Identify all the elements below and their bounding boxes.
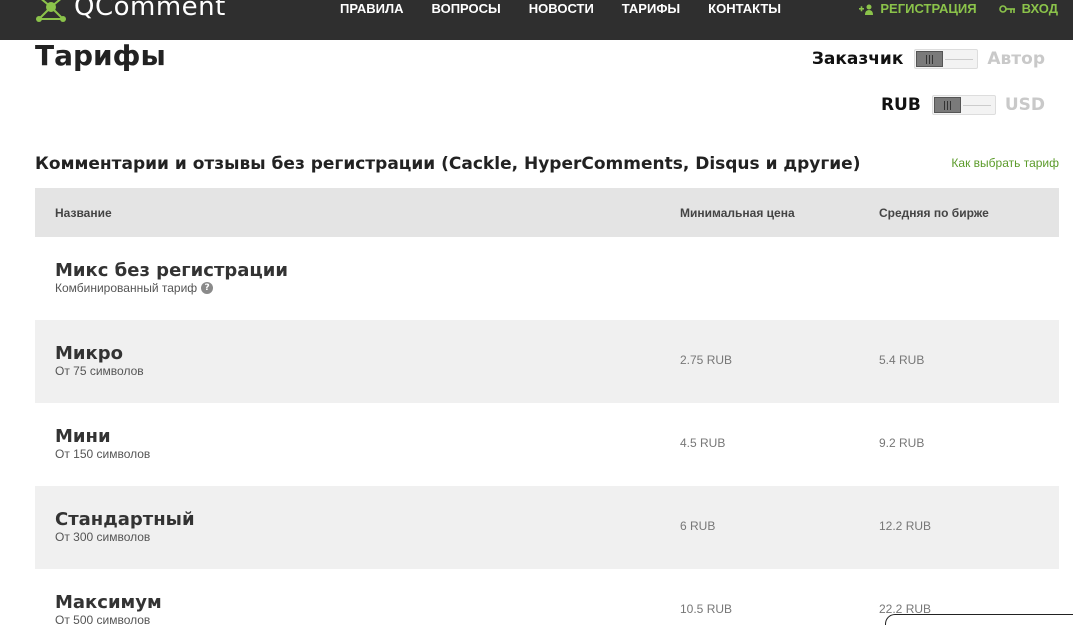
tariff-name: Максимум [55,592,162,613]
currency-toggle[interactable] [931,95,996,115]
table-row[interactable]: Стандартный От 300 символов 6 RUB 12.2 R… [35,486,1059,569]
min-price: 4.5 RUB [680,436,726,450]
role-customer-label[interactable]: Заказчик [812,49,904,69]
tariff-subtitle: От 75 символов [55,364,144,378]
tariff-name: Микс без регистрации [55,260,288,281]
tariff-subtitle: От 300 символов [55,530,151,544]
section-title: Комментарии и отзывы без регистрации (Ca… [35,154,861,174]
min-price: 6 RUB [680,519,716,533]
logo-text: QComment [74,0,226,22]
table-row[interactable]: Микро От 75 символов 2.75 RUB 5.4 RUB [35,320,1059,403]
currency-rub-label[interactable]: RUB [881,95,921,115]
logo-network-icon [34,0,68,22]
role-toggle-knob[interactable] [916,51,944,67]
table-row[interactable]: Микс без регистрации Комбинированный тар… [35,237,1059,320]
table-header: Название Минимальная цена Средняя по бир… [35,188,1059,237]
nav-item-contacts[interactable]: КОНТАКТЫ [708,0,781,18]
nav-item-news[interactable]: НОВОСТИ [529,0,594,18]
add-user-icon [859,4,874,15]
nav-item-rules[interactable]: ПРАВИЛА [340,0,404,18]
role-switch: Заказчик Автор [812,47,1045,71]
header-name: Название [55,205,112,220]
main-nav: ПРАВИЛА ВОПРОСЫ НОВОСТИ ТАРИФЫ КОНТАКТЫ [340,0,809,18]
logo[interactable]: QComment [34,0,226,22]
tariff-name: Микро [55,343,123,364]
tariffs-table: Название Минимальная цена Средняя по бир… [35,188,1059,625]
role-author-label[interactable]: Автор [987,49,1045,69]
avg-price: 12.2 RUB [879,519,932,533]
min-price: 10.5 RUB [680,602,733,616]
currency-usd-label[interactable]: USD [1005,95,1045,115]
tariff-name: Мини [55,426,111,447]
tariff-subtitle: От 500 символов [55,613,151,625]
key-icon [998,4,1015,13]
avg-price: 5.4 RUB [879,353,925,367]
nav-item-tariffs[interactable]: ТАРИФЫ [622,0,680,18]
currency-toggle-knob[interactable] [933,97,961,113]
auth-links: РЕГИСТРАЦИЯ ВХОД [837,0,1058,18]
help-icon[interactable]: ? [201,282,214,294]
header-avg-price: Средняя по бирже [879,205,989,220]
login-link[interactable]: ВХОД [998,0,1058,18]
header-min-price: Минимальная цена [680,205,795,220]
min-price: 2.75 RUB [680,353,733,367]
currency-switch: RUB USD [881,93,1045,117]
table-row[interactable]: Мини От 150 символов 4.5 RUB 9.2 RUB [35,403,1059,486]
login-label: ВХОД [1021,1,1058,16]
role-toggle[interactable] [914,49,979,69]
register-label: РЕГИСТРАЦИЯ [880,1,977,16]
nav-item-questions[interactable]: ВОПРОСЫ [432,0,501,18]
tariff-subtitle: От 150 символов [55,447,151,461]
tariff-name: Стандартный [55,509,195,530]
how-to-choose-link[interactable]: Как выбрать тариф [951,156,1059,170]
tariff-subtitle-text: Комбинированный тариф [55,281,198,295]
floating-widget-corner[interactable] [885,614,1073,625]
top-navigation-bar: QComment ПРАВИЛА ВОПРОСЫ НОВОСТИ ТАРИФЫ … [0,0,1073,40]
tariff-subtitle: Комбинированный тариф ? [55,281,214,295]
avg-price: 9.2 RUB [879,436,925,450]
page-title: Тарифы [35,39,166,72]
register-link[interactable]: РЕГИСТРАЦИЯ [859,0,977,18]
